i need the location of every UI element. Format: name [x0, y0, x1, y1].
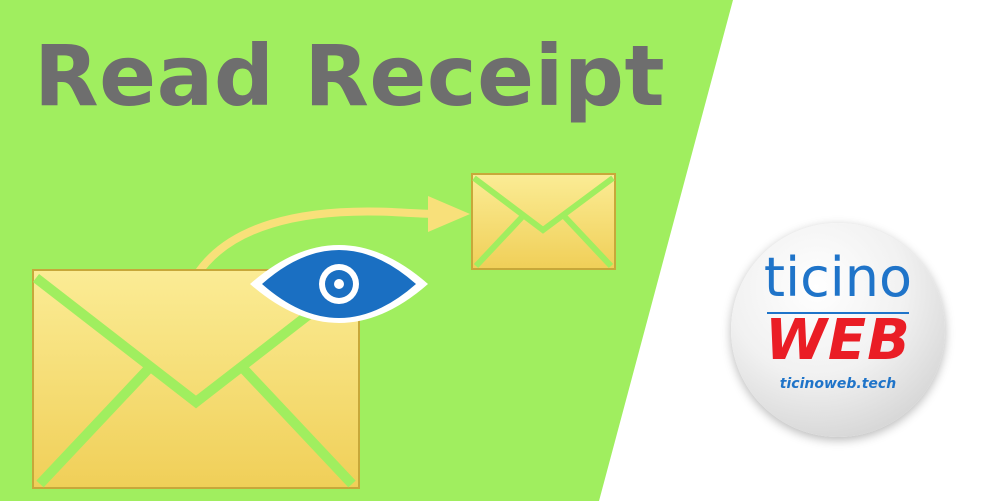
page-title: Read Receipt	[34, 27, 666, 125]
logo-text-ticino: ticino	[763, 246, 913, 309]
logo-text-web: WEB	[765, 308, 911, 373]
ticinoweb-logo[interactable]: ticino WEB ticinoweb.tech	[731, 223, 945, 437]
small-envelope-icon	[471, 173, 616, 270]
logo-url: ticinoweb.tech	[779, 376, 897, 392]
banner: Read Receipt ticino WEB ticinoweb.tech	[0, 0, 1001, 501]
